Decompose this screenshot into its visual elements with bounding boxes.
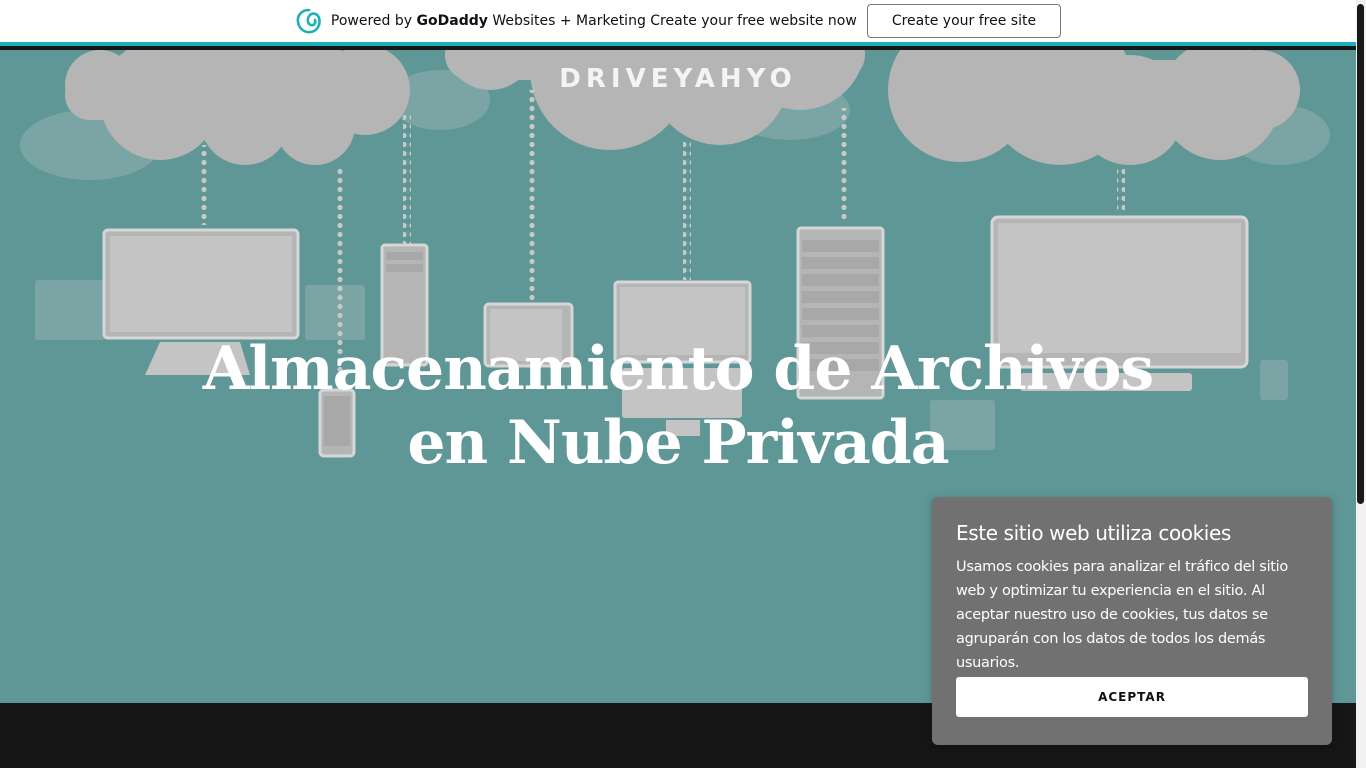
scrollbar-thumb[interactable]: [1357, 4, 1364, 504]
hero-heading-line-1: Almacenamiento de Archivos: [202, 334, 1154, 404]
banner-tagline: Websites + Marketing Create your free we…: [492, 13, 857, 29]
godaddy-banner: Powered by GoDaddy Websites + Marketing …: [0, 0, 1356, 46]
accept-cookies-button[interactable]: ACEPTAR: [956, 677, 1308, 717]
page-scrollbar[interactable]: [1356, 0, 1366, 768]
godaddy-logo-icon[interactable]: [295, 7, 323, 35]
hero-heading: Almacenamiento de Archivos en Nube Priva…: [0, 332, 1356, 480]
create-free-site-button[interactable]: Create your free site: [866, 4, 1062, 38]
cookie-dialog-title: Este sitio web utiliza cookies: [956, 521, 1231, 545]
banner-text: Powered by GoDaddy Websites + Marketing …: [331, 13, 857, 29]
cookie-dialog-body: Usamos cookies para analizar el tráfico …: [956, 559, 1288, 671]
site-title-logo[interactable]: DRIVEYAHYO: [0, 64, 1356, 94]
hero-heading-line-2: en Nube Privada: [407, 408, 949, 478]
cookie-consent-dialog: Este sitio web utiliza cookies Usamos co…: [932, 497, 1332, 745]
godaddy-brand-link[interactable]: GoDaddy: [417, 13, 488, 29]
powered-by-label: Powered by: [330, 13, 413, 29]
